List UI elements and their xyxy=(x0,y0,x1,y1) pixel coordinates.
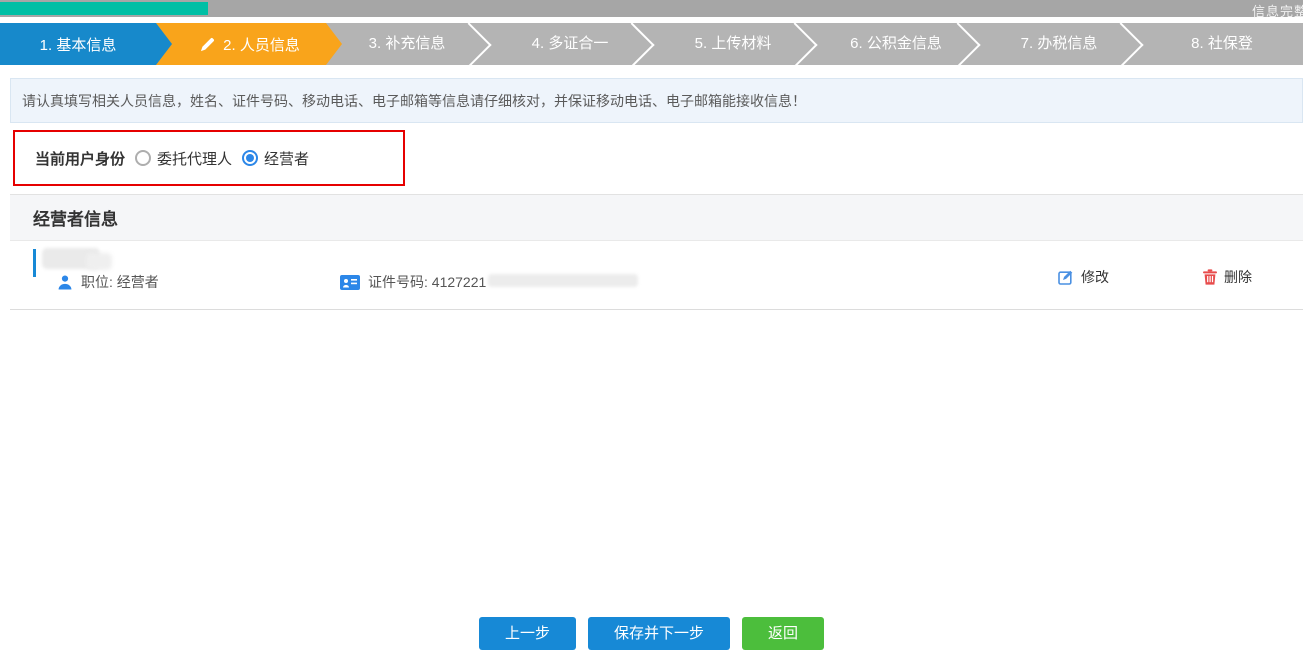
pencil-icon xyxy=(200,37,215,52)
completeness-label: 信息完整 xyxy=(1252,1,1303,20)
tab-provident-fund[interactable]: 6. 公积金信息 xyxy=(816,23,976,65)
notice-bar: 请认真填写相关人员信息，姓名、证件号码、移动电话、电子邮箱等信息请仔细核对，并保… xyxy=(10,78,1303,123)
delete-label: 删除 xyxy=(1224,267,1252,287)
person-icon xyxy=(57,274,73,290)
back-button[interactable]: 返回 xyxy=(742,617,824,650)
tab-personnel-info-label: 2. 人员信息 xyxy=(223,34,300,55)
id-number-field: 证件号码: 4127221 xyxy=(340,272,638,292)
footer-actions: 上一步 保存并下一步 返回 xyxy=(0,617,1303,650)
section-title: 经营者信息 xyxy=(33,205,118,230)
tab-social-security[interactable]: 8. 社保登 xyxy=(1142,23,1302,65)
step-wizard: 1. 基本信息 2. 人员信息 3. 补充信息 4. 多证合一 5. 上传材料 … xyxy=(0,23,1303,65)
position-label: 职位: xyxy=(81,274,117,290)
radio-option-operator[interactable]: 经营者 xyxy=(242,148,309,169)
radio-option-agent[interactable]: 委托代理人 xyxy=(135,148,232,169)
redacted-name-blur xyxy=(86,253,112,270)
radio-unselected-icon[interactable] xyxy=(135,150,151,166)
tab-supplementary-info[interactable]: 3. 补充信息 xyxy=(327,23,487,65)
trash-icon xyxy=(1203,269,1217,285)
completeness-progress-fill xyxy=(0,2,208,15)
edit-icon xyxy=(1058,269,1074,285)
prev-step-button[interactable]: 上一步 xyxy=(479,617,576,650)
redacted-id-digits xyxy=(488,274,638,287)
page: 信息完整 1. 基本信息 2. 人员信息 3. 补充信息 4. 多证合一 5. … xyxy=(0,0,1303,668)
save-next-button[interactable]: 保存并下一步 xyxy=(588,617,730,650)
radio-agent-label: 委托代理人 xyxy=(157,148,232,169)
radio-operator-label: 经营者 xyxy=(264,148,309,169)
id-card-icon xyxy=(340,275,360,290)
tab-multi-certificate[interactable]: 4. 多证合一 xyxy=(490,23,650,65)
identity-annotation-box: 当前用户身份 委托代理人 经营者 xyxy=(13,130,405,186)
completeness-bar: 信息完整 xyxy=(0,0,1303,17)
name-accent-bar xyxy=(33,249,36,277)
delete-button[interactable]: 删除 xyxy=(1203,267,1252,287)
section-header: 经营者信息 xyxy=(10,194,1303,241)
operator-card: 职位: 经营者 证件号码: 4127221 修改 删除 xyxy=(10,241,1303,310)
id-number-prefix: 4127221 xyxy=(432,274,487,290)
identity-label: 当前用户身份 xyxy=(35,148,125,169)
position-field: 职位: 经营者 xyxy=(57,272,159,292)
tab-upload-materials[interactable]: 5. 上传材料 xyxy=(653,23,813,65)
tab-basic-info-label: 1. 基本信息 xyxy=(40,34,117,55)
tab-personnel-info[interactable]: 2. 人员信息 xyxy=(156,23,342,65)
tab-tax-info[interactable]: 7. 办税信息 xyxy=(979,23,1139,65)
id-number-label: 证件号码: xyxy=(368,274,432,290)
edit-label: 修改 xyxy=(1081,267,1109,287)
radio-selected-icon[interactable] xyxy=(242,150,258,166)
position-value: 经营者 xyxy=(117,274,159,290)
notice-text: 请认真填写相关人员信息，姓名、证件号码、移动电话、电子邮箱等信息请仔细核对，并保… xyxy=(22,91,806,111)
tab-basic-info[interactable]: 1. 基本信息 xyxy=(0,23,172,65)
edit-button[interactable]: 修改 xyxy=(1058,267,1109,287)
